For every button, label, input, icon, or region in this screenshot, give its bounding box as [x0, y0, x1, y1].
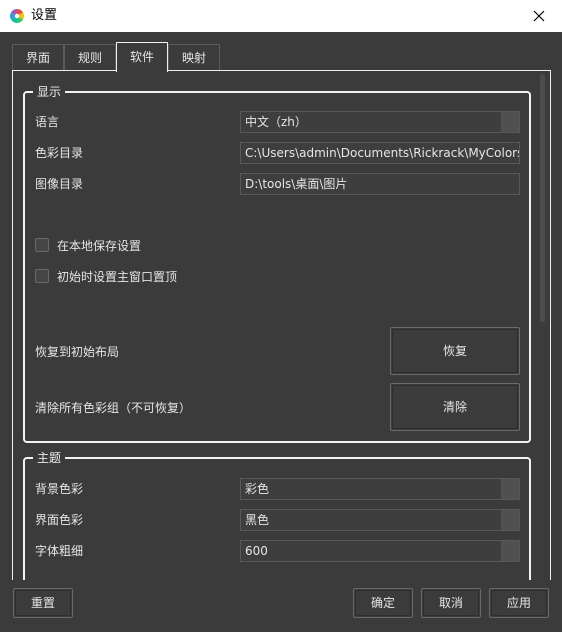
apply-button[interactable]: 应用: [489, 588, 549, 618]
image-dir-label: 图像目录: [35, 177, 84, 191]
save-local-checkbox[interactable]: [35, 238, 49, 252]
close-icon: [533, 10, 545, 22]
topmost-checkbox[interactable]: [35, 269, 49, 283]
save-local-label: 在本地保存设置: [57, 239, 142, 253]
button-bar: 重置 确定 取消 应用: [0, 580, 562, 632]
ui-color-dropdown-button[interactable]: [501, 510, 519, 530]
window-title: 设置: [31, 8, 58, 23]
font-weight-spin-button[interactable]: [501, 541, 519, 561]
font-weight-input[interactable]: 600: [240, 540, 520, 562]
color-dir-input[interactable]: C:\Users\admin\Documents\Rickrack\MyColo…: [240, 142, 520, 164]
scroll-thumb[interactable]: [540, 74, 545, 322]
ui-color-label: 界面色彩: [35, 513, 84, 527]
language-select[interactable]: 中文（zh）: [240, 111, 520, 133]
ui-color-select[interactable]: 黑色: [240, 509, 520, 531]
topmost-label: 初始时设置主窗口置顶: [57, 270, 178, 284]
ok-button[interactable]: 确定: [353, 588, 413, 618]
bg-color-dropdown-button[interactable]: [501, 479, 519, 499]
ui-color-value: 黑色: [245, 513, 270, 527]
reset-button[interactable]: 重置: [13, 588, 73, 618]
display-group-title: 显示: [33, 84, 66, 100]
cancel-button[interactable]: 取消: [421, 588, 481, 618]
font-weight-label: 字体粗细: [35, 544, 84, 558]
clear-groups-button[interactable]: 清除: [390, 383, 520, 431]
language-label: 语言: [35, 115, 60, 129]
reset-layout-label: 恢复到初始布局: [35, 345, 120, 359]
color-dir-label: 色彩目录: [35, 146, 84, 160]
bg-color-select[interactable]: 彩色: [240, 478, 520, 500]
vertical-scrollbar[interactable]: [536, 74, 547, 576]
bg-color-value: 彩色: [245, 482, 270, 496]
tab-interface[interactable]: 界面: [12, 44, 64, 70]
color-wheel-icon: [10, 9, 24, 23]
bg-color-label: 背景色彩: [35, 482, 84, 496]
title-bar: 设置: [0, 0, 562, 32]
tab-rules[interactable]: 规则: [64, 44, 116, 70]
language-value: 中文（zh）: [245, 115, 307, 129]
tab-software[interactable]: 软件: [116, 42, 168, 72]
tab-mapping[interactable]: 映射: [168, 44, 220, 70]
clear-groups-label: 清除所有色彩组（不可恢复）: [35, 401, 192, 415]
image-dir-input[interactable]: D:\tools\桌面\图片: [240, 173, 520, 195]
reset-layout-button[interactable]: 恢复: [390, 327, 520, 375]
close-button[interactable]: [516, 0, 562, 32]
font-weight-value: 600: [245, 544, 268, 558]
language-dropdown-button[interactable]: [501, 112, 519, 132]
theme-group-title: 主题: [33, 450, 66, 466]
